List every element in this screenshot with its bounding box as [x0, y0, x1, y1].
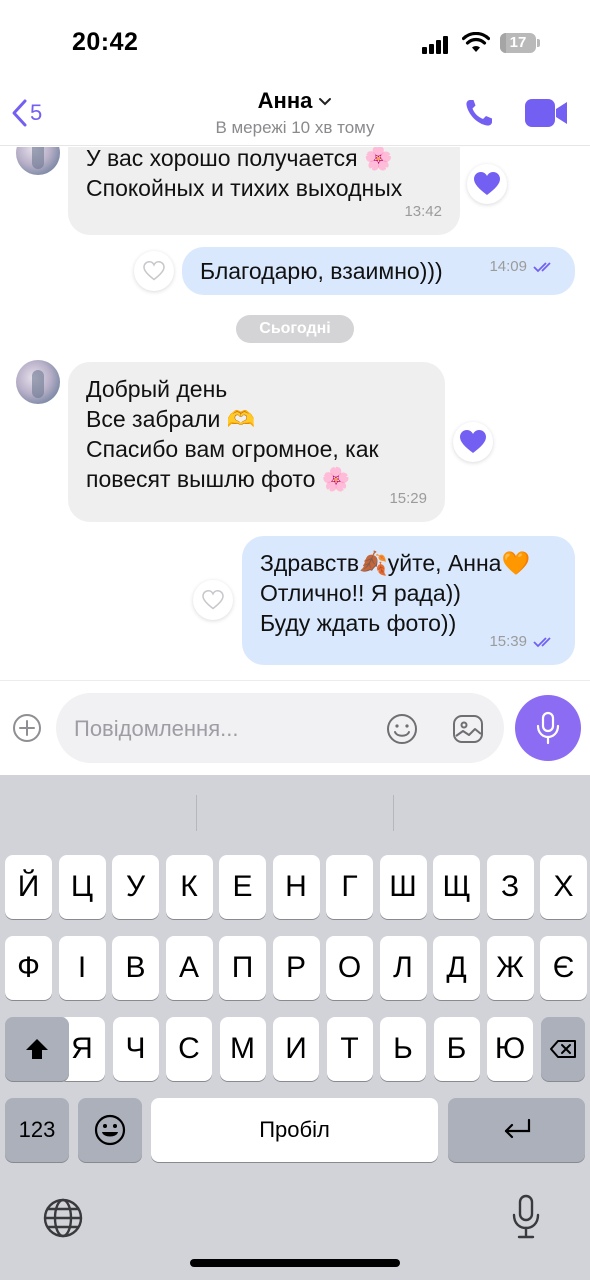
double-check-icon [533, 262, 551, 273]
sticker-emoji-icon[interactable] [386, 713, 418, 745]
key-1[interactable]: Ф [5, 936, 52, 1000]
double-check-icon [533, 637, 551, 648]
contact-status: В мережі 10 хв тому [215, 118, 375, 137]
key-5[interactable]: Е [219, 855, 266, 919]
key-3[interactable]: В [112, 936, 159, 1000]
key-7[interactable]: Ь [380, 1017, 426, 1081]
message-line: Спокойных и тихих выходных [86, 175, 403, 201]
key-5[interactable]: И [273, 1017, 319, 1081]
emoji-key[interactable] [78, 1098, 142, 1162]
message-line: повесят вышлю фото 🌸 [86, 466, 351, 492]
key-5[interactable]: П [219, 936, 266, 1000]
heart-outline-icon [143, 261, 165, 281]
key-11[interactable]: Х [540, 855, 587, 919]
keyboard: ЙЦУКЕНГШЩЗХ ФІВАПРОЛДЖЄ ЯЧСМИТЬБЮ 123 Пр… [0, 775, 590, 1280]
message-time: 15:29 [389, 490, 427, 507]
key-9[interactable]: Щ [433, 855, 480, 919]
return-icon [504, 1118, 530, 1139]
like-button[interactable] [193, 580, 233, 620]
incoming-message[interactable]: Добрый день Все забрали 🫶 Спасибо вам ог… [68, 362, 445, 522]
message-line: У вас хорошо получается 🌸 [86, 147, 393, 171]
key-4[interactable]: К [165, 855, 213, 919]
voice-message-button[interactable] [515, 695, 581, 761]
key-7[interactable]: Г [326, 855, 373, 919]
message-input[interactable]: Повідомлення... [56, 693, 504, 763]
outgoing-message[interactable]: Благодарю, взаимно))) 14:09 [182, 247, 575, 295]
return-key[interactable] [448, 1098, 585, 1162]
avatar[interactable] [16, 147, 60, 175]
message-time: 15:39 [489, 627, 557, 657]
message-input-placeholder: Повідомлення... [74, 716, 239, 741]
heart-filled-icon [474, 172, 500, 195]
key-11[interactable]: Є [540, 936, 587, 1000]
key-7[interactable]: О [326, 936, 373, 1000]
microphone-icon [536, 711, 560, 745]
emoji-icon [94, 1114, 126, 1146]
key-2[interactable]: Ч [112, 1017, 159, 1081]
suggestion-divider [196, 795, 197, 831]
heart-filled-icon [460, 430, 486, 453]
date-separator: Сьогодні [236, 315, 354, 343]
phone-icon[interactable] [462, 96, 496, 130]
key-2[interactable]: І [58, 936, 106, 1000]
home-indicator [190, 1259, 400, 1267]
gallery-icon[interactable] [452, 713, 484, 745]
key-9[interactable]: Ю [487, 1017, 533, 1081]
status-bar: 20:42 17 [0, 0, 590, 80]
key-4[interactable]: М [219, 1017, 266, 1081]
key-8[interactable]: Л [379, 936, 427, 1000]
key-8[interactable]: Б [433, 1017, 480, 1081]
contact-title[interactable]: Анна В мережі 10 хв тому [0, 88, 590, 138]
space-key[interactable]: Пробіл [151, 1098, 438, 1162]
cellular-signal-icon [422, 36, 452, 54]
video-camera-icon[interactable] [524, 98, 568, 128]
incoming-message[interactable]: У вас хорошо получается 🌸 Спокойных и ти… [68, 147, 460, 235]
chat-header: 5 Анна В мережі 10 хв тому [0, 80, 590, 146]
heart-outline-icon [202, 590, 224, 610]
key-9[interactable]: Д [433, 936, 480, 1000]
avatar[interactable] [16, 360, 60, 404]
like-button[interactable] [453, 422, 493, 462]
wifi-icon [462, 32, 490, 52]
like-button[interactable] [467, 164, 507, 204]
dictation-microphone-icon[interactable] [510, 1193, 542, 1241]
plus-icon[interactable] [12, 713, 42, 743]
message-line: Добрый день [86, 376, 228, 402]
backspace-icon [550, 1040, 576, 1058]
key-1[interactable]: Й [5, 855, 52, 919]
message-time: 13:42 [404, 203, 442, 220]
chevron-down-icon [319, 98, 332, 106]
key-10[interactable]: Ж [486, 936, 534, 1000]
key-10[interactable]: З [486, 855, 534, 919]
key-3[interactable]: У [112, 855, 159, 919]
battery-level: 17 [509, 34, 527, 51]
key-6[interactable]: Т [326, 1017, 373, 1081]
message-line: Все забрали 🫶 [86, 406, 256, 432]
message-line: Здравств🍂уйте, Анна🧡 [260, 550, 531, 576]
contact-name: Анна [257, 88, 313, 113]
key-6[interactable]: Н [272, 855, 320, 919]
key-4[interactable]: А [165, 936, 213, 1000]
battery-icon: 17 [500, 33, 540, 53]
message-line: Отлично!! Я рада)) [260, 580, 461, 606]
message-composer: Повідомлення... [0, 680, 590, 775]
suggestion-divider [393, 795, 394, 831]
status-time: 20:42 [72, 28, 139, 56]
shift-key[interactable] [5, 1017, 69, 1081]
shift-icon [26, 1039, 48, 1059]
like-button[interactable] [134, 251, 174, 291]
key-8[interactable]: Ш [379, 855, 427, 919]
key-6[interactable]: Р [272, 936, 320, 1000]
chat-area[interactable]: У вас хорошо получается 🌸 Спокойных и ти… [0, 147, 590, 680]
globe-icon[interactable] [42, 1197, 84, 1239]
key-3[interactable]: С [166, 1017, 212, 1081]
numbers-key[interactable]: 123 [5, 1098, 69, 1162]
message-line: Спасибо вам огромное, как [86, 436, 379, 462]
backspace-key[interactable] [541, 1017, 585, 1081]
message-time: 14:09 [489, 252, 557, 282]
key-2[interactable]: Ц [58, 855, 106, 919]
outgoing-message[interactable]: Здравств🍂уйте, Анна🧡 Отлично!! Я рада)) … [242, 536, 575, 665]
